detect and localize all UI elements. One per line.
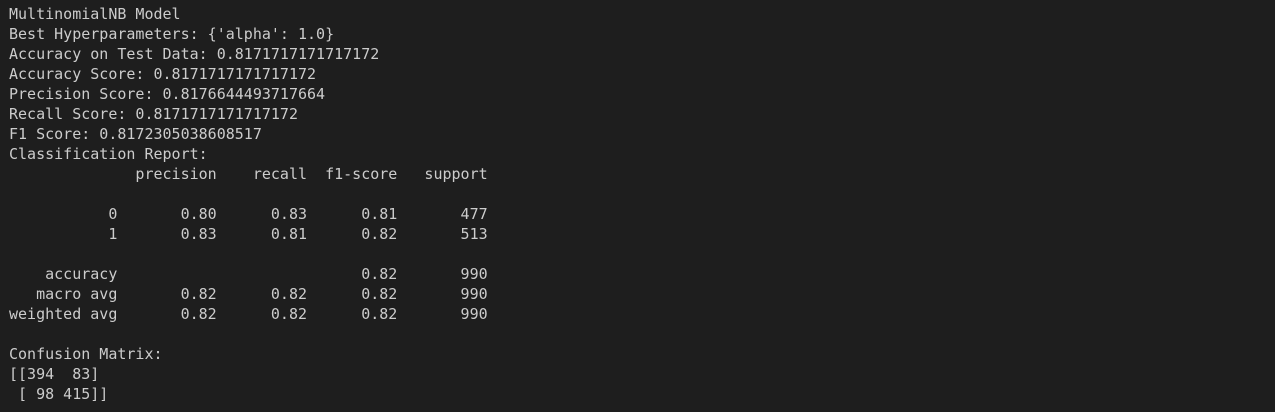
- output-line-accuracy-score: Accuracy Score: 0.8171717171717172: [9, 65, 317, 83]
- report-row-accuracy: accuracy 0.82 990: [9, 265, 488, 283]
- output-line-f1-score: F1 Score: 0.8172305038608517: [9, 125, 262, 143]
- output-line-best-hyperparameters: Best Hyperparameters: {'alpha': 1.0}: [9, 25, 335, 43]
- report-row-weighted-avg: weighted avg 0.82 0.82 0.82 990: [9, 305, 488, 323]
- confusion-matrix-row-0: [[394 83]: [9, 365, 100, 383]
- output-line-model-name: MultinomialNB Model: [9, 5, 181, 23]
- output-line-precision-score: Precision Score: 0.8176644493717664: [9, 85, 326, 103]
- output-line-recall-score: Recall Score: 0.8171717171717172: [9, 105, 298, 123]
- report-row-class-0: 0 0.80 0.83 0.81 477: [9, 205, 488, 223]
- report-row-class-1: 1 0.83 0.81 0.82 513: [9, 225, 488, 243]
- output-line-confusion-matrix-title: Confusion Matrix:: [9, 345, 163, 363]
- output-line-accuracy-test: Accuracy on Test Data: 0.817171717171717…: [9, 45, 380, 63]
- output-line-classification-report-title: Classification Report:: [9, 145, 208, 163]
- report-header-row: precision recall f1-score support: [9, 165, 488, 183]
- report-row-macro-avg: macro avg 0.82 0.82 0.82 990: [9, 285, 488, 303]
- confusion-matrix-row-1: [ 98 415]]: [9, 385, 109, 403]
- terminal-output[interactable]: MultinomialNB Model Best Hyperparameters…: [0, 0, 1275, 412]
